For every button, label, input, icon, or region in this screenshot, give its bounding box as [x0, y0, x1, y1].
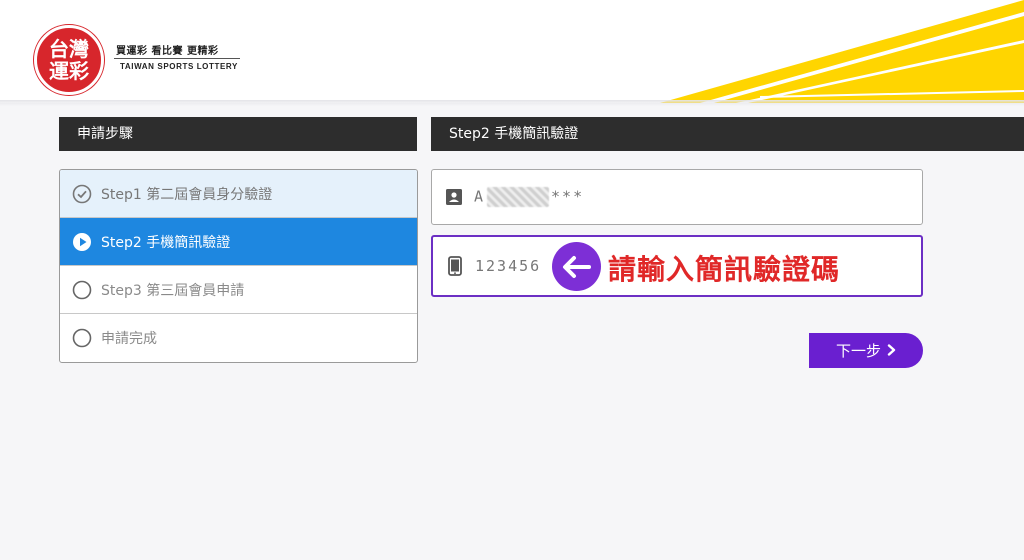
- step-label: 申請完成: [101, 331, 157, 347]
- arrow-left-icon: [552, 242, 601, 291]
- header-shadow: [0, 100, 1024, 106]
- logo-english-name: TAIWAN SPORTS LOTTERY: [120, 62, 238, 71]
- step-label: Step1 第二屆會員身分驗證: [101, 186, 273, 203]
- masked-id-digits: [487, 187, 550, 207]
- logo-badge-line1: 台灣: [49, 37, 89, 61]
- chevron-right-icon: [887, 342, 896, 360]
- empty-circle-icon: [72, 280, 92, 300]
- id-number-prefix: A: [474, 187, 486, 206]
- empty-circle-icon: [72, 328, 92, 348]
- site-header: 台灣 運彩 買運彩 看比賽 更精彩 TAIWAN SPORTS LOTTERY: [0, 0, 1024, 103]
- logo-badge-line2: 運彩: [49, 59, 89, 83]
- id-card-icon: [444, 187, 464, 207]
- step-item-sms-verification[interactable]: Step2 手機簡訊驗證: [60, 218, 417, 266]
- logo-slogan: 買運彩 看比賽 更精彩: [116, 46, 219, 57]
- sms-code-value[interactable]: 123456: [475, 257, 541, 275]
- id-number-field[interactable]: A ***: [431, 169, 923, 225]
- check-circle-icon: [72, 184, 92, 204]
- next-step-button[interactable]: 下一步: [809, 333, 923, 368]
- step-item-complete[interactable]: 申請完成: [60, 314, 417, 362]
- step-item-member-verification[interactable]: Step1 第二屆會員身分驗證: [60, 170, 417, 218]
- id-number-value: A ***: [474, 187, 584, 207]
- step-item-member-application[interactable]: Step3 第三屆會員申請: [60, 266, 417, 314]
- step-label: Step3 第三屆會員申請: [101, 282, 245, 299]
- phone-icon: [445, 256, 465, 276]
- step-label: Step2 手機簡訊驗證: [101, 234, 231, 251]
- annotation-enter-sms-code: 請輸入簡訊驗證碼: [608, 253, 841, 286]
- steps-section-title: 申請步驟: [59, 117, 417, 151]
- application-steps-list: Step1 第二屆會員身分驗證 Step2 手機簡訊驗證 Step3 第三屆會員…: [59, 169, 418, 363]
- taiwan-sports-lottery-logo[interactable]: 台灣 運彩: [34, 25, 104, 95]
- logo-divider: [114, 58, 240, 59]
- sms-section-title: Step2 手機簡訊驗證: [431, 117, 1024, 151]
- id-number-suffix: ***: [551, 187, 585, 206]
- play-circle-icon: [72, 232, 92, 252]
- next-step-label: 下一步: [835, 342, 881, 360]
